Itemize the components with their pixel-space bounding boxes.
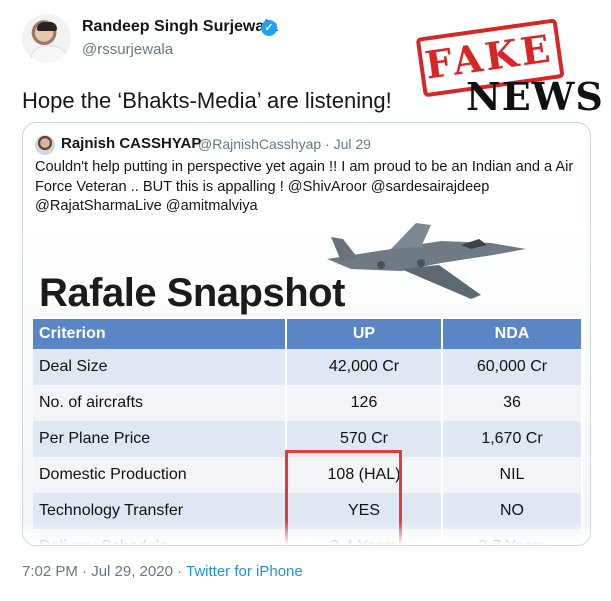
table-cell: Per Plane Price <box>33 421 287 457</box>
quoted-tweet-card[interactable]: Rajnish CASSHYAP @RajnishCasshyap · Jul … <box>22 122 591 546</box>
table-cell: Deal Size <box>33 349 287 385</box>
tweet-source-link[interactable]: Twitter for iPhone <box>186 563 303 580</box>
table-row: No. of aircrafts 126 36 <box>33 385 583 421</box>
quoted-author-avatar <box>35 135 55 155</box>
table-cell: 1,670 Cr <box>442 421 583 457</box>
table-cell: 36 <box>442 385 583 421</box>
table-cell: No. of aircrafts <box>33 385 287 421</box>
table-cell: Domestic Production <box>33 457 287 493</box>
tweet-text: Hope the ‘Bhakts-Media’ are listening! <box>22 88 392 113</box>
table-cell: 60,000 Cr <box>442 349 583 385</box>
tweet-timestamp[interactable]: 7:02 PM · Jul 29, 2020 · <box>22 563 182 580</box>
table-row: Deal Size 42,000 Cr 60,000 Cr <box>33 349 583 385</box>
table-cell: 42,000 Cr <box>286 349 443 385</box>
table-cell: 126 <box>286 385 443 421</box>
author-name[interactable]: Randeep Singh Surjewala <box>82 18 278 36</box>
table-header: NDA <box>442 319 583 349</box>
snapshot-title: Rafale Snapshot <box>39 271 345 315</box>
fighter-jet-icon <box>327 223 526 299</box>
author-avatar[interactable] <box>22 14 71 63</box>
news-caption: NEWS <box>466 74 604 119</box>
table-header: Criterion <box>33 319 287 349</box>
quoted-author-name: Rajnish CASSHYAP <box>61 135 202 152</box>
table-header: UP <box>286 319 443 349</box>
author-handle[interactable]: @rssurjewala <box>82 41 173 58</box>
verified-badge-icon: ✓ <box>261 20 277 36</box>
quoted-media-image[interactable]: Rafale Snapshot Criterion UP NDA Deal Si… <box>23 219 590 545</box>
tweet-meta: 7:02 PM · Jul 29, 2020 · Twitter for iPh… <box>22 563 303 580</box>
table-cell: NIL <box>442 457 583 493</box>
quoted-author-handle: @RajnishCasshyap · Jul 29 <box>198 136 371 152</box>
quoted-tweet-text: Couldn't help putting in perspective yet… <box>35 159 574 214</box>
